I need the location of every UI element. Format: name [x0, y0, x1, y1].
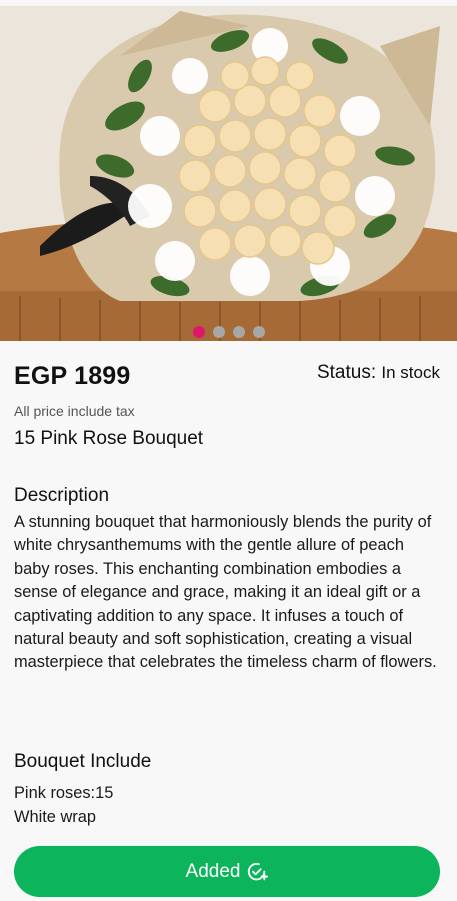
product-image[interactable] — [0, 6, 457, 341]
check-circle-plus-icon — [248, 862, 269, 880]
added-to-cart-button[interactable]: Added — [14, 846, 440, 897]
carousel-dot[interactable] — [212, 326, 225, 338]
carousel-dot[interactable] — [232, 326, 245, 338]
product-name: 15 Pink Rose Bouquet — [14, 428, 204, 449]
status-label: Status: — [316, 362, 377, 383]
bouquet-illustration — [0, 6, 457, 341]
stock-status: Status: In stock — [317, 362, 440, 384]
description-text: A stunning bouquet that harmoniously ble… — [14, 513, 437, 672]
bouquet-include-heading: Bouquet Include — [14, 751, 152, 772]
status-value: In stock — [381, 363, 440, 382]
carousel-dot[interactable] — [252, 326, 265, 338]
list-item: White wrap — [14, 807, 96, 826]
product-price: EGP 1899 — [14, 362, 131, 390]
tax-note: All price include tax — [14, 403, 135, 419]
carousel-indicator[interactable] — [0, 326, 457, 338]
description-heading: Description — [14, 485, 110, 506]
added-button-label: Added — [185, 860, 241, 882]
bouquet-include-list: Pink roses:15 White wrap — [14, 782, 113, 829]
list-item: Pink roses:15 — [14, 784, 114, 802]
carousel-dot[interactable] — [192, 326, 205, 338]
